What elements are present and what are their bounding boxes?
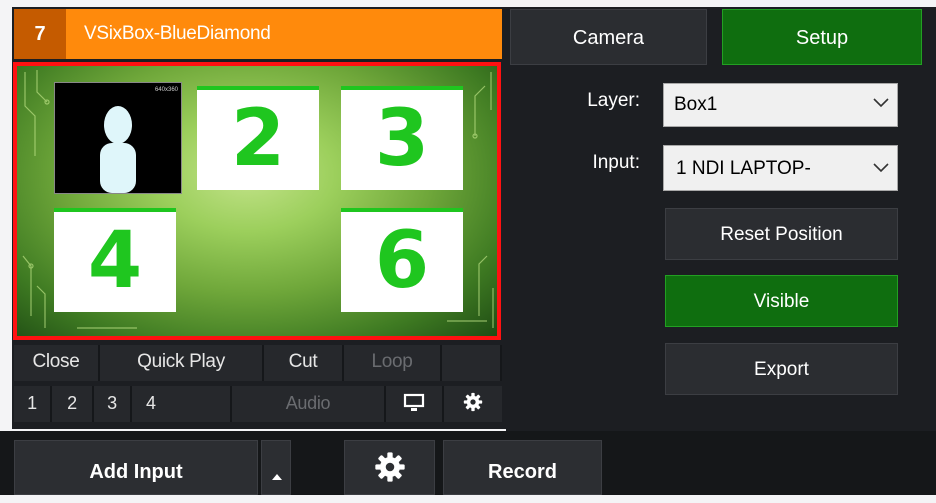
record-button[interactable]: Record (443, 440, 602, 495)
audio-button[interactable]: Audio (232, 386, 386, 422)
loop-button[interactable]: Loop (344, 345, 442, 381)
chevron-down-icon (873, 98, 889, 108)
box-tile-2: 2 (197, 86, 319, 190)
input-title: VSixBox-BlueDiamond (84, 23, 271, 44)
add-input-button[interactable]: Add Input (14, 440, 258, 495)
monitor-icon (403, 393, 425, 411)
camera-tab[interactable]: Camera (510, 9, 707, 65)
layer-select[interactable]: Box1 (663, 83, 898, 127)
overlay-2-button[interactable]: 2 (52, 386, 94, 422)
close-button[interactable]: Close (14, 345, 100, 381)
input-select[interactable]: 1 NDI LAPTOP- (663, 145, 898, 191)
person-silhouette-icon (100, 106, 136, 193)
gear-icon (375, 452, 405, 482)
input-label: Input: (592, 152, 640, 173)
visible-button[interactable]: Visible (665, 275, 898, 327)
input-preview[interactable]: 640x360 2 3 4 6 (13, 62, 501, 340)
settings-button[interactable] (344, 440, 435, 495)
input-title-bar[interactable]: 7 VSixBox-BlueDiamond (14, 9, 502, 59)
box-tile-6: 6 (341, 208, 463, 312)
gear-icon (463, 392, 483, 412)
input-settings-button[interactable] (444, 386, 502, 422)
overlay-1-button[interactable]: 1 (14, 386, 52, 422)
reset-position-button[interactable]: Reset Position (665, 208, 898, 260)
row1-spacer (442, 345, 502, 381)
camera-resolution-tag: 640x360 (154, 87, 178, 93)
layer-label: Layer: (587, 90, 640, 111)
overlay-3-button[interactable]: 3 (94, 386, 132, 422)
export-button[interactable]: Export (665, 343, 898, 395)
add-input-dropdown-button[interactable] (261, 440, 291, 495)
monitor-button[interactable] (386, 386, 444, 422)
setup-tab[interactable]: Setup (722, 9, 922, 65)
caret-up-icon (272, 474, 282, 480)
camera-tile: 640x360 (54, 82, 182, 194)
input-select-value: 1 NDI LAPTOP- (676, 158, 811, 179)
box-tile-4: 4 (54, 208, 176, 312)
overlay-4-button[interactable]: 4 (132, 386, 232, 422)
chevron-down-icon (873, 163, 889, 173)
box-tile-3: 3 (341, 86, 463, 190)
quick-play-button[interactable]: Quick Play (100, 345, 264, 381)
cut-button[interactable]: Cut (264, 345, 344, 381)
input-number: 7 (14, 9, 66, 59)
layer-select-value: Box1 (674, 94, 718, 115)
